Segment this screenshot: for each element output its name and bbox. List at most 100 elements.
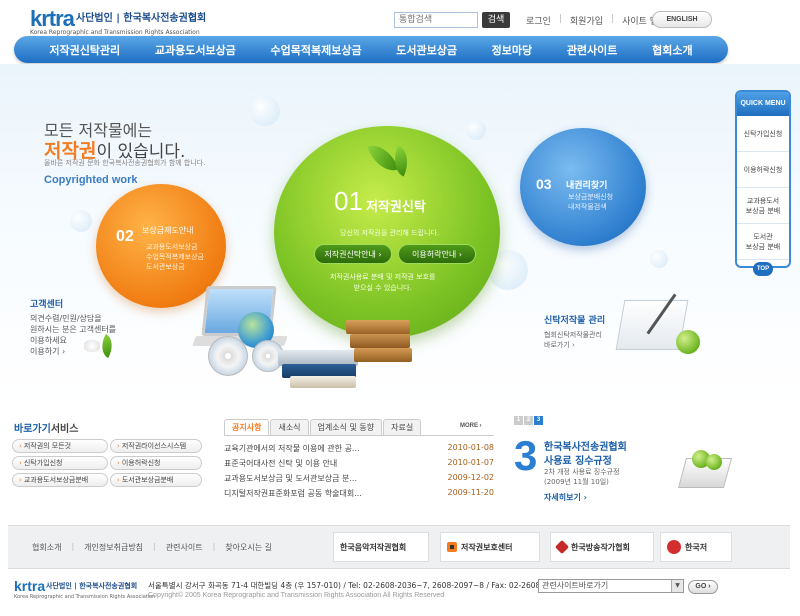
list-item[interactable]: 도서관보상금: [146, 262, 204, 272]
shortcut-button[interactable]: › 저작권라이선스시스템: [110, 439, 202, 453]
tab-archive[interactable]: 자료실: [383, 419, 422, 435]
partner-name: 한국음악저작권협회: [340, 542, 407, 552]
hero-subtitle: 올바른 저작권 문화 한국복사전송권협회가 함께 합니다.: [44, 159, 206, 167]
fee-rule-desc: 2차 개정 사용료 징수규정: [544, 468, 620, 476]
nav-item-library[interactable]: 도서관보상금: [396, 42, 457, 58]
nav-item-class[interactable]: 수업목적복제보상금: [270, 42, 361, 58]
top-links: 로그인 | 회원가입 | 사이트 맵: [526, 14, 658, 27]
list-item[interactable]: 보상금분배신청: [568, 192, 613, 202]
notice-date: 2010-01-07: [447, 458, 495, 467]
tab-news[interactable]: 새소식: [270, 419, 309, 435]
footer-logo-english: Korea Reprographic and Transmission Righ…: [14, 594, 156, 600]
search-input[interactable]: [394, 12, 478, 28]
login-link[interactable]: 로그인: [526, 14, 551, 27]
footer-link[interactable]: 협회소개: [32, 542, 61, 553]
divider: [224, 435, 494, 436]
bullet-icon: ›: [117, 476, 120, 484]
tab-notice[interactable]: 공지사항: [224, 419, 270, 435]
notice-date: 2009-12-02: [447, 473, 495, 482]
trust-works-link[interactable]: 바로가기 ›: [544, 340, 602, 350]
description-line: 이용하세요: [30, 336, 67, 345]
notice-title: 표준국어대사전 신탁 및 이용 안내: [224, 459, 338, 468]
customer-center-title[interactable]: 고객센터: [30, 297, 63, 310]
shortcut-label: 교과용도서보상금분배: [23, 476, 89, 484]
quick-menu-item[interactable]: 이용허락신청: [737, 152, 789, 188]
divider: |: [558, 14, 562, 24]
site-logo[interactable]: krtra 사단법인 | 한국복사전송권협회 Korea Reprographi…: [30, 6, 206, 36]
book-icon: [350, 334, 410, 348]
pager-button[interactable]: 3: [534, 416, 543, 425]
footer-link[interactable]: 개인정보취급방침: [84, 542, 143, 553]
books-media-illustration: [160, 280, 420, 400]
trust-guide-button[interactable]: 저작권신탁안내 ›: [314, 244, 392, 264]
nav-item-about[interactable]: 협회소개: [652, 42, 692, 58]
partner-banner[interactable]: 한국방송작가협회: [550, 532, 654, 562]
quick-menu-item[interactable]: 신탁가입신청: [737, 116, 789, 152]
list-item[interactable]: 교육기관에서의 저작물 이용에 관한 공... 2010-01-08: [224, 443, 494, 458]
signup-link[interactable]: 회원가입: [570, 14, 603, 27]
related-sites-select[interactable]: 관련사이트바로가기 ▼: [538, 579, 684, 593]
shortcut-label: 이용허락신청: [121, 459, 161, 467]
go-button[interactable]: GO ›: [688, 580, 718, 594]
quick-menu: QUICK MENU 신탁가입신청 이용허락신청 교과용도서 보상금 분배 도서…: [735, 90, 791, 268]
notice-tabs: 공지사항 새소식 업계소식 및 동향 자료실: [224, 419, 422, 435]
bullet-icon: ›: [117, 459, 120, 467]
list-item[interactable]: 교과용도서보상금: [146, 242, 204, 252]
quick-menu-item[interactable]: 교과용도서 보상금 분배: [737, 188, 789, 224]
list-item[interactable]: 내저작물검색: [568, 202, 613, 212]
top-button[interactable]: TOP: [753, 262, 773, 276]
trust-works-title[interactable]: 신탁저작물 관리: [544, 313, 605, 326]
apple-icon: [676, 330, 700, 354]
nav-item-trust[interactable]: 저작권신탁관리: [49, 42, 120, 58]
footer-logo: krtra: [14, 578, 46, 594]
nav-item-info[interactable]: 정보마당: [492, 42, 532, 58]
search-button[interactable]: 검색: [482, 12, 510, 28]
pager-button[interactable]: 2: [524, 416, 533, 425]
shortcut-button[interactable]: › 도서관보상금분배: [110, 473, 202, 487]
list-item[interactable]: 수업목적복제보상금: [146, 252, 204, 262]
fee-rule-title: 사용료 징수규정: [544, 456, 612, 467]
partner-banner[interactable]: 한국음악저작권협회: [333, 532, 429, 562]
circle-number: 03: [536, 176, 552, 192]
circle-number: 01: [334, 186, 363, 216]
fee-rule-banner: 1 2 3 3 한국복사전송권협회 사용료 징수규정 2차 개정 사용료 징수규…: [514, 416, 733, 516]
license-guide-button[interactable]: 이용허락안내 ›: [398, 244, 476, 264]
divider: |: [153, 542, 156, 551]
list-item[interactable]: 디지털저작권표준화포럼 공동 학술대회... 2009-11-20: [224, 488, 494, 503]
circle-number: 02: [116, 228, 134, 245]
shortcut-button[interactable]: › 신탁가입신청: [12, 456, 108, 470]
partner-logo-icon: [667, 540, 681, 554]
nav-item-textbook[interactable]: 교과용도서보상금: [155, 42, 236, 58]
nav-item-related[interactable]: 관련사이트: [567, 42, 618, 58]
shortcut-button[interactable]: › 이용허락신청: [110, 456, 202, 470]
fee-rule-desc: (2009년 11월 10일): [544, 478, 609, 486]
decor-bubble: [466, 120, 486, 140]
footer-bar: 협회소개 | 개인정보취급방침 | 관련사이트 | 찾아오시는 길 한국음악저작…: [8, 525, 790, 569]
tab-industry[interactable]: 업계소식 및 동향: [309, 419, 383, 435]
decor-bubble: [650, 250, 668, 268]
shortcut-button[interactable]: › 교과용도서보상금분배: [12, 473, 108, 487]
fee-rule-link[interactable]: 자세히보기 ›: [544, 492, 587, 503]
quick-menu-item[interactable]: 도서관 보상금 분배: [737, 224, 789, 260]
divider: |: [611, 14, 615, 24]
shortcut-button[interactable]: › 저작권의 모든것: [12, 439, 108, 453]
customer-center-link[interactable]: 이용하기 ›: [30, 346, 116, 357]
rights-circle[interactable]: 03 내권리찾기 보상금분배신청 내저작물검색: [520, 128, 646, 246]
english-button[interactable]: ENGLISH: [652, 11, 712, 28]
footer-link[interactable]: 관련사이트: [166, 542, 203, 553]
book-icon: [354, 348, 412, 362]
more-link[interactable]: MORE ›: [460, 423, 482, 429]
list-item[interactable]: 표준국어대사전 신탁 및 이용 안내 2010-01-07: [224, 458, 494, 473]
shortcuts-grid: › 저작권의 모든것 › 저작권라이선스시스템 › 신탁가입신청 › 이용허락신청 › 교…: [12, 439, 202, 487]
footer-link[interactable]: 찾아오시는 길: [225, 542, 272, 553]
partner-banner[interactable]: 저작권보호센터: [440, 532, 540, 562]
shortcuts-title-emphasis: 바로가기: [14, 424, 51, 435]
apple-icon: [706, 454, 722, 470]
description-line: 협회신탁저작물관리: [544, 331, 602, 339]
bullet-icon: ›: [19, 442, 22, 450]
list-item[interactable]: 교과용도서보상금 및 도서관보상금 분... 2009-12-02: [224, 473, 494, 488]
bullet-icon: ›: [19, 476, 22, 484]
partner-banner[interactable]: 한국저: [660, 532, 732, 562]
footer-address: 서울특별시 강서구 화곡동 71-4 대한빌딩 4층 (우 157-010) /…: [148, 581, 563, 590]
pager-button[interactable]: 1: [514, 416, 523, 425]
